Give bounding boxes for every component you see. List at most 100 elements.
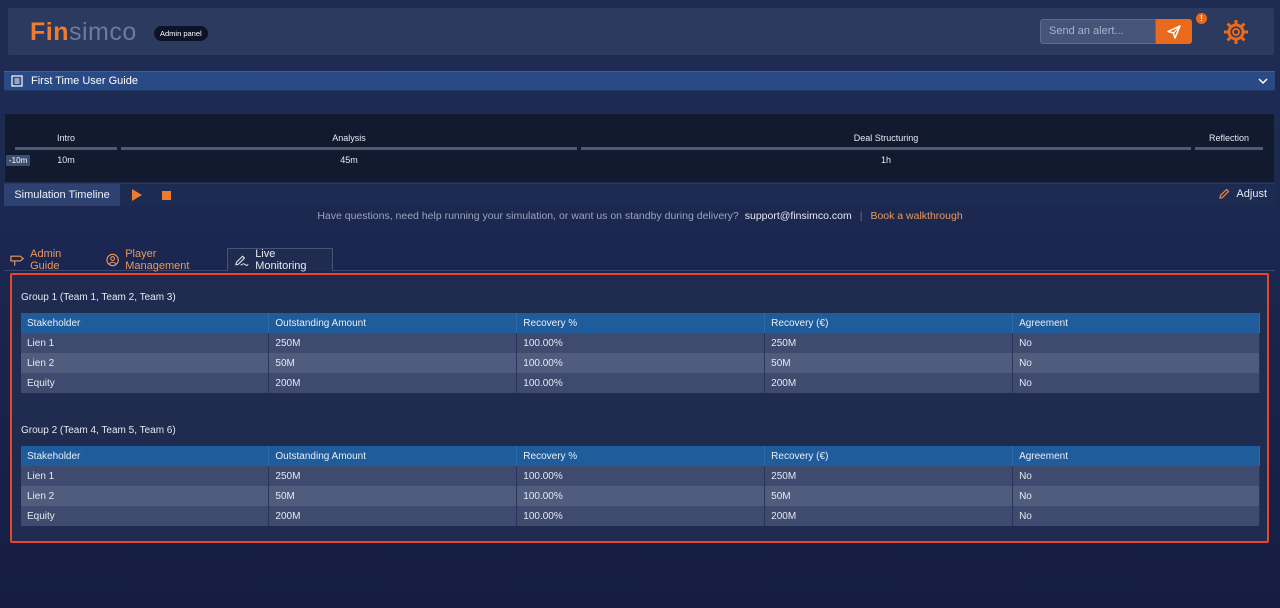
- phase-intro: Intro 10m: [13, 114, 119, 184]
- table-row: Lien 2 50M 100.00% 50M No: [21, 486, 1260, 506]
- group-title: Group 2 (Team 4, Team 5, Team 6): [21, 425, 176, 436]
- table-cell: 50M: [268, 486, 518, 506]
- column-header: Stakeholder: [21, 313, 270, 333]
- column-header: Agreement: [1012, 446, 1260, 466]
- table-row: Equity 200M 100.00% 200M No: [21, 506, 1260, 526]
- phase-deal-structuring: Deal Structuring 1h: [579, 114, 1193, 184]
- phase-bar: [15, 147, 117, 150]
- phase-name: Analysis: [332, 133, 366, 143]
- column-header: Outstanding Amount: [268, 313, 518, 333]
- phase-bar: [121, 147, 577, 150]
- table-cell: Lien 2: [21, 353, 270, 373]
- simulation-controls: Simulation Timeline Adjust: [4, 183, 1275, 206]
- column-header: Outstanding Amount: [268, 446, 518, 466]
- phase-bar: [581, 147, 1191, 150]
- tab-label: Admin Guide: [30, 247, 62, 272]
- table-header-row: Stakeholder Outstanding Amount Recovery …: [21, 446, 1260, 466]
- table-cell: 100.00%: [516, 486, 766, 506]
- table-cell: 50M: [764, 353, 1014, 373]
- table-cell: 200M: [764, 373, 1014, 393]
- phase-analysis: Analysis 45m: [119, 114, 579, 184]
- finsimco-logo[interactable]: Finsimco: [30, 20, 137, 45]
- table-row: Lien 2 50M 100.00% 50M No: [21, 353, 1260, 373]
- column-header: Agreement: [1012, 313, 1260, 333]
- table-cell: 100.00%: [516, 466, 766, 486]
- table-cell: 250M: [764, 466, 1014, 486]
- simulation-timeline: -10m Intro 10m Analysis 45m Deal Structu…: [4, 113, 1275, 183]
- phase-duration: 45m: [340, 155, 358, 165]
- send-icon: [1167, 24, 1181, 39]
- signature-icon: [235, 254, 249, 266]
- tab-label: Player Management: [125, 247, 190, 272]
- table-cell: No: [1012, 333, 1260, 353]
- table-cell: 250M: [268, 466, 518, 486]
- chevron-down-icon[interactable]: [1258, 76, 1268, 86]
- table-cell: 50M: [268, 353, 518, 373]
- table-cell: Equity: [21, 373, 270, 393]
- group-1-table: Stakeholder Outstanding Amount Recovery …: [21, 313, 1260, 393]
- phase-duration: 10m: [57, 155, 75, 165]
- group-2-table: Stakeholder Outstanding Amount Recovery …: [21, 446, 1260, 526]
- table-header-row: Stakeholder Outstanding Amount Recovery …: [21, 313, 1260, 333]
- table-cell: 200M: [764, 506, 1014, 526]
- stop-icon[interactable]: [162, 191, 171, 200]
- document-icon: [11, 75, 23, 87]
- play-icon[interactable]: [132, 189, 142, 201]
- column-header: Recovery (€): [764, 313, 1014, 333]
- column-header: Stakeholder: [21, 446, 270, 466]
- app-header: Finsimco Admin panel Send an alert... !: [8, 8, 1274, 55]
- simulation-timeline-label: Simulation Timeline: [4, 184, 120, 206]
- admin-panel-badge: Admin panel: [154, 26, 208, 41]
- table-cell: Lien 1: [21, 466, 270, 486]
- table-cell: No: [1012, 486, 1260, 506]
- phase-bar: [1195, 147, 1263, 150]
- phase-name: Intro: [56, 133, 75, 143]
- table-cell: Equity: [21, 506, 270, 526]
- adjust-button[interactable]: Adjust: [1218, 188, 1267, 200]
- table-cell: Lien 1: [21, 333, 270, 353]
- table-row: Equity 200M 100.00% 200M No: [21, 373, 1260, 393]
- table-cell: No: [1012, 506, 1260, 526]
- send-alert-button[interactable]: [1156, 19, 1192, 44]
- tab-label: Live Monitoring: [255, 248, 307, 272]
- tab-player-management[interactable]: Player Management: [100, 247, 224, 272]
- pencil-icon: [1219, 188, 1230, 199]
- logo-fin: Fin: [30, 18, 69, 46]
- column-header: Recovery %: [516, 446, 766, 466]
- live-monitoring-panel: Group 1 (Team 1, Team 2, Team 3) Stakeho…: [10, 273, 1269, 543]
- alert-input[interactable]: Send an alert...: [1040, 19, 1156, 44]
- table-cell: 250M: [268, 333, 518, 353]
- table-cell: Lien 2: [21, 486, 270, 506]
- phase-name: Deal Structuring: [853, 133, 919, 143]
- column-header: Recovery %: [516, 313, 766, 333]
- group-title: Group 1 (Team 1, Team 2, Team 3): [21, 292, 176, 303]
- table-cell: 50M: [764, 486, 1014, 506]
- phase-name: Reflection: [1208, 133, 1250, 143]
- column-header: Recovery (€): [764, 446, 1014, 466]
- table-cell: 100.00%: [516, 353, 766, 373]
- notification-badge[interactable]: !: [1196, 13, 1207, 24]
- gear-icon[interactable]: [1224, 20, 1248, 44]
- user-settings-icon: [106, 253, 119, 266]
- table-cell: 200M: [268, 373, 518, 393]
- adjust-label: Adjust: [1236, 188, 1267, 200]
- table-cell: No: [1012, 373, 1260, 393]
- help-text: Have questions, need help running your s…: [317, 210, 739, 222]
- book-walkthrough-link[interactable]: Book a walkthrough: [870, 210, 962, 222]
- separator: |: [859, 210, 863, 222]
- table-cell: 100.00%: [516, 333, 766, 353]
- table-cell: No: [1012, 353, 1260, 373]
- table-row: Lien 1 250M 100.00% 250M No: [21, 333, 1260, 353]
- tab-live-monitoring[interactable]: Live Monitoring: [227, 248, 333, 272]
- table-cell: 250M: [764, 333, 1014, 353]
- support-email-link[interactable]: support@finsimco.com: [745, 210, 852, 222]
- phase-reflection: Reflection: [1193, 114, 1265, 184]
- table-cell: No: [1012, 466, 1260, 486]
- logo-simco: simco: [69, 18, 137, 46]
- tab-admin-guide[interactable]: Admin Guide: [4, 247, 96, 272]
- table-cell: 100.00%: [516, 506, 766, 526]
- table-row: Lien 1 250M 100.00% 250M No: [21, 466, 1260, 486]
- table-cell: 100.00%: [516, 373, 766, 393]
- phase-duration: 1h: [880, 155, 891, 165]
- first-time-user-guide-bar[interactable]: First Time User Guide: [4, 71, 1275, 91]
